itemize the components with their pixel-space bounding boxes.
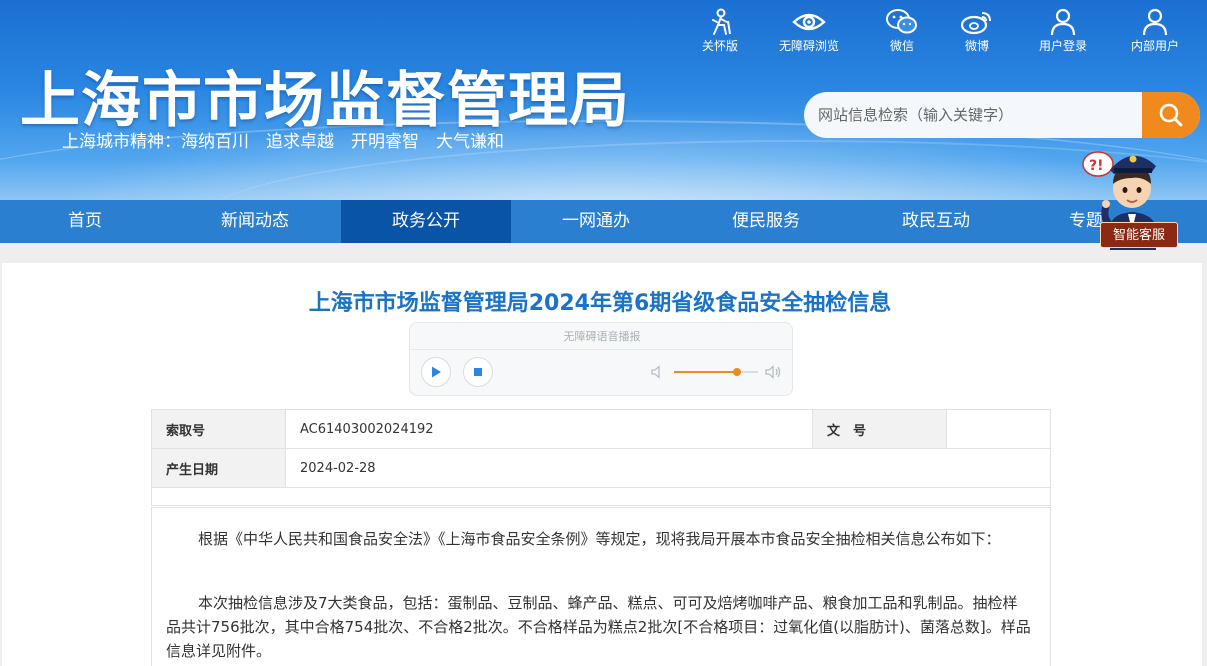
user-icon — [1023, 8, 1103, 36]
date-label: 产生日期 — [151, 448, 286, 488]
volume-slider-fill — [674, 371, 737, 373]
toolbar-label: 微博 — [964, 39, 989, 53]
nav-item-public-services[interactable]: 便民服务 — [681, 200, 851, 243]
index-value: AC61403002024192 — [285, 409, 813, 449]
index-label: 索取号 — [151, 409, 286, 449]
weibo-icon — [937, 8, 1017, 36]
audio-player-caption: 无障碍语音播报 — [563, 330, 641, 343]
user-icon — [1115, 8, 1195, 36]
svg-text:?!: ?! — [1089, 158, 1104, 174]
table-row — [151, 487, 1051, 506]
play-button[interactable] — [421, 357, 451, 387]
volume-slider-handle[interactable] — [733, 368, 741, 376]
search-input[interactable] — [818, 92, 1138, 138]
search-icon — [1159, 103, 1183, 127]
table-row: 产生日期 2024-02-28 — [151, 448, 1051, 488]
assistant-label[interactable]: 智能客服 — [1100, 222, 1178, 248]
elderly-care-icon — [680, 8, 760, 36]
article-paragraph: 根据《中华人民共和国食品安全法》《上海市食品安全条例》等规定，现将我局开展本市食… — [198, 530, 1001, 548]
stop-icon — [474, 368, 482, 376]
nav-item-interaction[interactable]: 政民互动 — [851, 200, 1021, 243]
toolbar-care-mode[interactable]: 关怀版 — [680, 8, 760, 54]
site-motto: 上海城市精神：海纳百川 追求卓越 开明睿智 大气谦和 — [62, 132, 504, 152]
table-row: 索取号 AC61403002024192 文 号 — [151, 409, 1051, 449]
toolbar-wechat[interactable]: 微信 — [862, 8, 942, 54]
play-icon — [432, 366, 441, 378]
toolbar-label: 内部用户 — [1130, 39, 1179, 53]
toolbar-accessibility[interactable]: 无障碍浏览 — [769, 8, 849, 54]
article-title: 上海市市场监督管理局2024年第6期省级食品安全抽检信息 — [308, 291, 892, 316]
toolbar-internal-user[interactable]: 内部用户 — [1115, 8, 1195, 54]
nav-item-government-affairs[interactable]: 政务公开 — [341, 200, 511, 243]
site-title[interactable]: 上海市市场监督管理局 — [20, 52, 630, 139]
table-spacer — [151, 487, 1051, 506]
search-button[interactable] — [1142, 92, 1200, 138]
document-meta-table: 索取号 AC61403002024192 文 号 产生日期 2024-02-28 — [151, 409, 1051, 506]
eye-icon — [769, 8, 849, 36]
stop-button[interactable] — [463, 357, 493, 387]
nav-item-online-services[interactable]: 一网通办 — [511, 200, 681, 243]
article-paragraph: 本次抽检信息涉及7大类食品，包括：蛋制品、豆制品、蜂产品、糕点、可可及焙烤咖啡产… — [166, 594, 1031, 660]
site-header: 上海市市场监督管理局 上海城市精神：海纳百川 追求卓越 开明睿智 大气谦和 关怀… — [0, 0, 1207, 200]
doc-number-label: 文 号 — [812, 409, 947, 449]
doc-number-value — [946, 409, 1051, 449]
toolbar-user-login[interactable]: 用户登录 — [1023, 8, 1103, 54]
nav-item-home[interactable]: 首页 — [0, 200, 170, 243]
date-value: 2024-02-28 — [285, 448, 1051, 488]
volume-slider[interactable] — [674, 368, 758, 376]
divider — [410, 349, 792, 350]
search-box — [804, 92, 1200, 138]
header-toolbar: 关怀版 无障碍浏览 微信 微博 用户登录 内部用户 — [680, 8, 1200, 56]
toolbar-label: 无障碍浏览 — [778, 39, 839, 53]
main-nav: 首页 新闻动态 政务公开 一网通办 便民服务 政民互动 专题 — [0, 200, 1207, 243]
toolbar-label: 关怀版 — [701, 39, 738, 53]
audio-player: 无障碍语音播报 — [409, 322, 793, 396]
volume-up-icon[interactable] — [764, 364, 782, 380]
wechat-icon — [862, 8, 942, 36]
volume-mute-icon[interactable] — [650, 364, 666, 380]
toolbar-label: 用户登录 — [1038, 39, 1087, 53]
nav-item-news[interactable]: 新闻动态 — [170, 200, 340, 243]
toolbar-weibo[interactable]: 微博 — [937, 8, 1017, 54]
toolbar-label: 微信 — [889, 39, 914, 53]
